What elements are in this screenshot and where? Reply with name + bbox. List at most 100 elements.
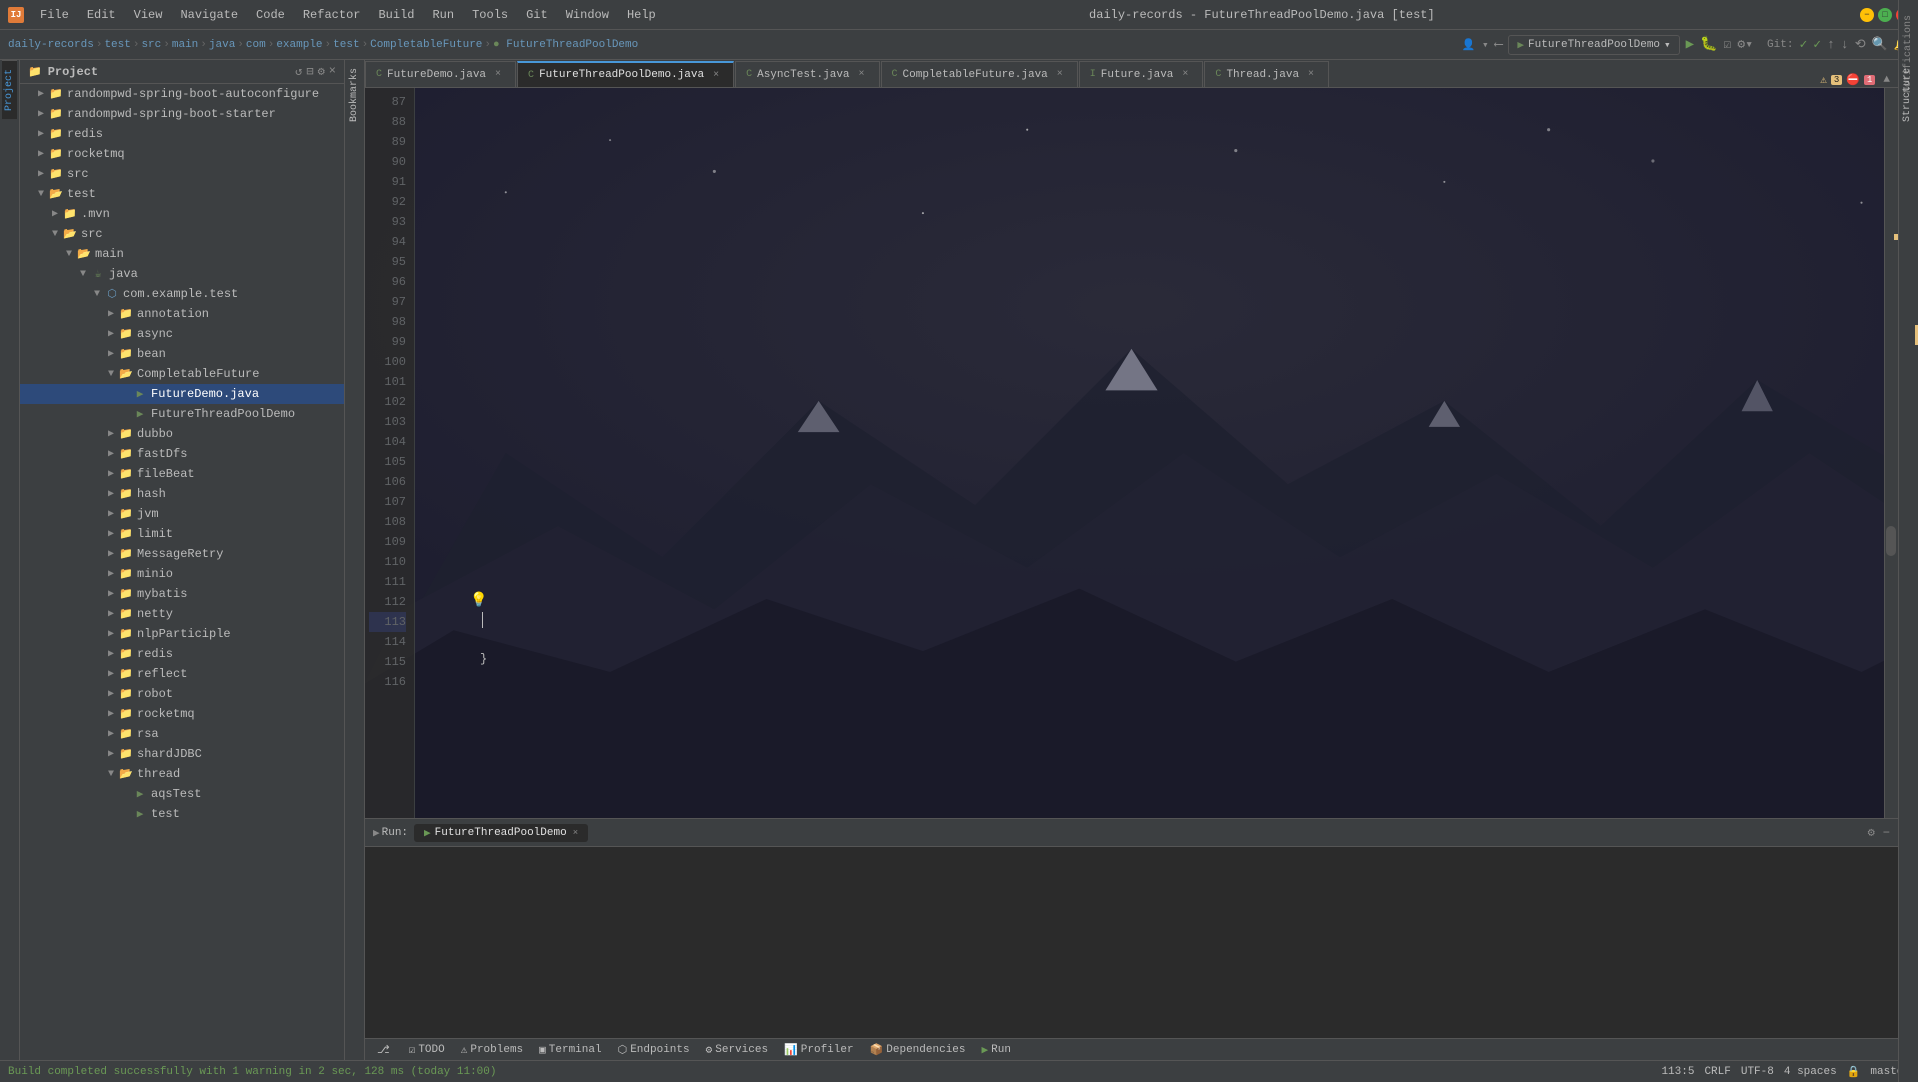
bottom-settings[interactable]: ⚙: [1868, 825, 1875, 840]
nav-back[interactable]: ⟵: [1495, 37, 1503, 52]
editor-content[interactable]: 87 88 89 90 91 92 93 94 95 96 97 98 99 1…: [365, 88, 1898, 818]
tree-item-redis2[interactable]: ▶ 📁 redis: [20, 644, 344, 664]
tree-item-bean[interactable]: ▶ 📁 bean: [20, 344, 344, 364]
tree-item-test-file[interactable]: ▶ ▶ test: [20, 804, 344, 824]
coverage-button[interactable]: ☑: [1724, 37, 1732, 52]
tree-item-message-retry[interactable]: ▶ 📁 MessageRetry: [20, 544, 344, 564]
breadcrumb-src[interactable]: src: [141, 39, 161, 51]
tree-item-minio[interactable]: ▶ 📁 minio: [20, 564, 344, 584]
tree-item-java[interactable]: ▼ ☕ java: [20, 264, 344, 284]
search-everywhere[interactable]: 🔍: [1872, 37, 1888, 52]
breadcrumb-test[interactable]: test: [333, 39, 359, 51]
tree-item-robot[interactable]: ▶ 📁 robot: [20, 684, 344, 704]
tab-close-button[interactable]: ×: [491, 68, 505, 82]
line-ending[interactable]: CRLF: [1704, 1066, 1730, 1078]
bottom-close[interactable]: −: [1883, 826, 1890, 840]
editor-scrollbar[interactable]: [1884, 88, 1898, 818]
tree-item-future-demo[interactable]: ▶ ▶ FutureDemo.java: [20, 384, 344, 404]
scrollbar-thumb[interactable]: [1886, 526, 1896, 556]
hint-bulb[interactable]: 💡: [470, 592, 487, 609]
menu-window[interactable]: Window: [558, 6, 617, 24]
tree-item-src[interactable]: ▶ 📁 src: [20, 164, 344, 184]
tree-item-netty[interactable]: ▶ 📁 netty: [20, 604, 344, 624]
indent-setting[interactable]: 4 spaces: [1784, 1066, 1837, 1078]
tree-item-thread[interactable]: ▼ 📂 thread: [20, 764, 344, 784]
project-settings-button[interactable]: ⚙: [318, 64, 325, 79]
tree-item-main[interactable]: ▼ 📂 main: [20, 244, 344, 264]
run-tab[interactable]: ▶ FutureThreadPoolDemo ×: [414, 824, 588, 842]
breadcrumb-com[interactable]: com: [246, 39, 266, 51]
git-push-ok[interactable]: ✓: [1813, 37, 1821, 52]
tree-item-reflect[interactable]: ▶ 📁 reflect: [20, 664, 344, 684]
tab-close-button[interactable]: ×: [709, 68, 723, 82]
maximize-button[interactable]: □: [1878, 8, 1892, 22]
breadcrumb-cf[interactable]: CompletableFuture: [370, 39, 482, 51]
breadcrumb-module[interactable]: test: [104, 39, 130, 51]
tree-item-rocketmq2[interactable]: ▶ 📁 rocketmq: [20, 704, 344, 724]
tree-item-aqs-test[interactable]: ▶ ▶ aqsTest: [20, 784, 344, 804]
menu-code[interactable]: Code: [248, 6, 293, 24]
status-problems[interactable]: ⚠ Problems: [457, 1043, 527, 1057]
status-endpoints[interactable]: ⬡ Endpoints: [614, 1043, 694, 1057]
menu-navigate[interactable]: Navigate: [172, 6, 246, 24]
breadcrumb-file[interactable]: ● FutureThreadPoolDemo: [493, 39, 638, 51]
more-run-button[interactable]: ⚙▾: [1737, 37, 1753, 52]
tree-item-future-threadpool-demo[interactable]: ▶ ▶ FutureThreadPoolDemo: [20, 404, 344, 424]
structure-label[interactable]: Structure: [1900, 60, 1915, 130]
menu-view[interactable]: View: [126, 6, 171, 24]
debug-button[interactable]: 🐛: [1700, 36, 1717, 53]
menu-help[interactable]: Help: [619, 6, 664, 24]
breadcrumb-java[interactable]: java: [209, 39, 235, 51]
code-area[interactable]: 💡 }: [415, 88, 1884, 818]
tree-item-completable-future[interactable]: ▼ 📂 CompletableFuture: [20, 364, 344, 384]
tree-item-mvn[interactable]: ▶ 📁 .mvn: [20, 204, 344, 224]
project-close-button[interactable]: ×: [329, 64, 336, 79]
tree-item-randompwd-starter[interactable]: ▶ 📁 randompwd-spring-boot-starter: [20, 104, 344, 124]
run-tab-close[interactable]: ×: [573, 828, 578, 838]
git-pull[interactable]: ↓: [1841, 37, 1849, 52]
tab-close-button[interactable]: ×: [1304, 68, 1318, 82]
tree-item-rsa[interactable]: ▶ 📁 rsa: [20, 724, 344, 744]
tree-item-shardjdbc[interactable]: ▶ 📁 shardJDBC: [20, 744, 344, 764]
tree-item-rocketmq[interactable]: ▶ 📁 rocketmq: [20, 144, 344, 164]
tree-item-randompwd-autoconfigure[interactable]: ▶ 📁 randompwd-spring-boot-autoconfigure: [20, 84, 344, 104]
status-services[interactable]: ⚙ Services: [702, 1043, 772, 1057]
menu-git[interactable]: Git: [518, 6, 556, 24]
tree-item-async[interactable]: ▶ 📁 async: [20, 324, 344, 344]
tab-future-threadpool-demo[interactable]: C FutureThreadPoolDemo.java ×: [517, 61, 734, 87]
breadcrumb-project[interactable]: daily-records: [8, 39, 94, 51]
status-profiler[interactable]: 📊 Profiler: [780, 1043, 858, 1057]
tab-async-test[interactable]: C AsyncTest.java ×: [735, 61, 879, 87]
tab-close-button[interactable]: ×: [855, 68, 869, 82]
collapse-button[interactable]: ⊟: [306, 64, 313, 79]
menu-tools[interactable]: Tools: [464, 6, 516, 24]
menu-file[interactable]: File: [32, 6, 77, 24]
tab-close-button[interactable]: ×: [1053, 68, 1067, 82]
tree-item-jvm[interactable]: ▶ 📁 jvm: [20, 504, 344, 524]
tab-close-button[interactable]: ×: [1178, 68, 1192, 82]
tree-item-redis[interactable]: ▶ 📁 redis: [20, 124, 344, 144]
tree-item-hash[interactable]: ▶ 📁 hash: [20, 484, 344, 504]
tree-item-src2[interactable]: ▼ 📂 src: [20, 224, 344, 244]
tree-item-mybatis[interactable]: ▶ 📁 mybatis: [20, 584, 344, 604]
bookmarks-label[interactable]: Bookmarks: [347, 60, 362, 130]
minimize-button[interactable]: −: [1860, 8, 1874, 22]
git-history[interactable]: ⟲: [1855, 37, 1866, 52]
project-tab-label[interactable]: Project: [2, 60, 17, 119]
menu-build[interactable]: Build: [370, 6, 422, 24]
tree-item-limit[interactable]: ▶ 📁 limit: [20, 524, 344, 544]
status-todo[interactable]: ☑ TODO: [405, 1043, 449, 1057]
breadcrumb-main[interactable]: main: [172, 39, 198, 51]
scroll-up[interactable]: ▲: [1883, 74, 1890, 86]
git-commit-ok[interactable]: ✓: [1799, 37, 1807, 52]
status-dependencies[interactable]: 📦 Dependencies: [866, 1043, 970, 1057]
run-button[interactable]: ▶: [1686, 36, 1694, 53]
tab-future-demo[interactable]: C FutureDemo.java ×: [365, 61, 516, 87]
tab-thread[interactable]: C Thread.java ×: [1204, 61, 1329, 87]
tree-item-com-example[interactable]: ▼ ⬡ com.example.test: [20, 284, 344, 304]
tree-item-filebeat[interactable]: ▶ 📁 fileBeat: [20, 464, 344, 484]
status-run[interactable]: ▶ Run: [978, 1043, 1015, 1057]
tree-item-nlp[interactable]: ▶ 📁 nlpParticiple: [20, 624, 344, 644]
menu-edit[interactable]: Edit: [79, 6, 124, 24]
nav-avatar[interactable]: 👤 ▾: [1462, 38, 1489, 52]
